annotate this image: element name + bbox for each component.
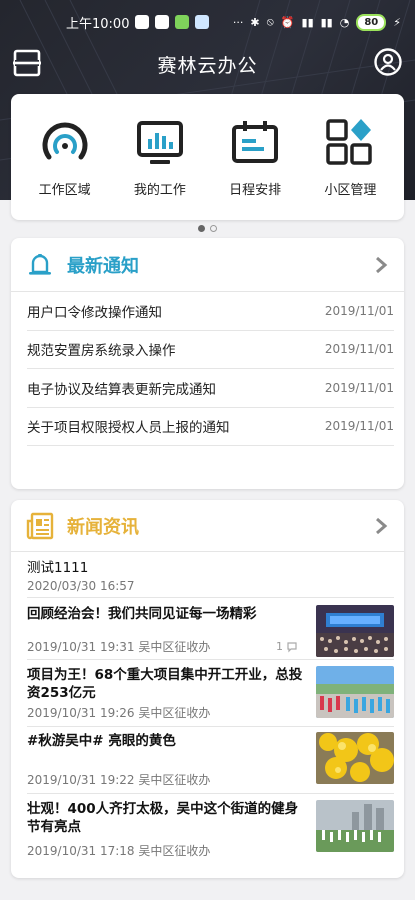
notice-item-title: 用户口令修改操作通知: [27, 304, 162, 321]
top-bar: 赛林云办公: [0, 44, 415, 84]
news-list: 测试1111 2020/03/30 16:57 回顾经治会！我们共同见证每一场精…: [11, 552, 404, 864]
status-app-icons: [135, 15, 210, 29]
news-item-meta: 2019/10/31 19:22 吴中区征收办: [27, 773, 211, 787]
notice-item-date: 2019/11/01: [324, 342, 394, 357]
quick-action-label: 工作区域: [38, 182, 91, 198]
signal-icon: ▮▮: [301, 15, 314, 29]
chevron-right-icon[interactable]: [372, 517, 390, 535]
charging-icon: ⚡: [393, 15, 401, 29]
newspaper-icon: [26, 512, 54, 539]
quick-action-schedule[interactable]: 日程安排: [210, 117, 300, 198]
grid-diamond-icon: [326, 118, 373, 165]
notice-item-title: 电子协议及结算表更新完成通知: [27, 381, 216, 398]
news-item[interactable]: 壮观！400人齐打太极，吴中这个街道的健身节有亮点 2019/10/31 17:…: [27, 794, 394, 864]
green-app-icon: [175, 15, 190, 29]
notice-item-date: 2019/11/01: [324, 419, 394, 434]
chevron-right-icon[interactable]: [372, 256, 390, 274]
quick-action-label: 小区管理: [324, 182, 377, 198]
user-profile-icon[interactable]: [373, 47, 403, 77]
notice-item-title: 关于项目权限授权人员上报的通知: [27, 420, 230, 437]
page-indicator: [0, 225, 415, 232]
signal-icon-2: ▮▮: [320, 15, 333, 29]
battery-indicator: 80: [356, 13, 387, 31]
calendar-icon: [232, 120, 279, 163]
page-dot-active[interactable]: [198, 225, 205, 232]
news-item[interactable]: 回顾经治会！我们共同见证每一场精彩 2019/10/31 19:31 吴中区征收…: [27, 598, 394, 660]
notice-title: 最新通知: [67, 255, 139, 277]
status-right-icons: ··· ✱ ⦸ ⏰ ▮▮ ▮▮ ◔ 80 ⚡: [232, 13, 401, 31]
notice-item-date: 2019/11/01: [324, 380, 394, 395]
comment-bubble-icon: [287, 641, 297, 652]
alarm-icon: ⏰: [280, 15, 295, 29]
message-app-icon: [135, 15, 150, 29]
quick-action-my-work[interactable]: 我的工作: [115, 117, 205, 198]
notice-item[interactable]: 关于项目权限授权人员上报的通知 2019/11/01: [27, 408, 394, 446]
page-title: 赛林云办公: [157, 54, 258, 77]
quick-action-work-area[interactable]: 工作区域: [20, 117, 110, 198]
notice-item[interactable]: 电子协议及结算表更新完成通知 2019/11/01: [27, 369, 394, 408]
news-item-meta: 2020/03/30 16:57: [27, 579, 135, 593]
wifi-icon: ◔: [339, 15, 350, 29]
notice-item-date: 2019/11/01: [324, 303, 394, 318]
signal-arc-icon: [42, 122, 88, 159]
scan-icon[interactable]: [12, 48, 42, 78]
quick-action-community[interactable]: 小区管理: [305, 117, 395, 198]
news-thumbnail: [316, 666, 394, 718]
mute-icon: ⦸: [266, 15, 274, 28]
status-time: 上午10:00: [66, 16, 130, 32]
page-dot[interactable]: [210, 225, 217, 232]
notice-item[interactable]: 用户口令修改操作通知 2019/11/01: [27, 292, 394, 331]
news-thumbnail: [316, 605, 394, 657]
bell-icon: [29, 253, 51, 275]
status-bar: 上午10:00 ··· ✱ ⦸ ⏰ ▮▮ ▮▮ ◔ 80 ⚡: [0, 0, 415, 44]
news-item-title: #秋游吴中# 亮眼的黄色: [27, 733, 176, 749]
quick-actions-card: 工作区域 我的工作 日程安排 小区管理: [11, 94, 404, 220]
blue-app-icon: [195, 15, 210, 29]
quick-action-label: 日程安排: [229, 182, 282, 198]
news-thumbnail: [316, 800, 394, 852]
news-item-title: 壮观！400人齐打太极，吴中这个街道的健身节有亮点: [27, 801, 299, 835]
bluetooth-icon: ✱: [250, 15, 260, 29]
more-dots-icon: ···: [232, 15, 244, 29]
quick-action-label: 我的工作: [133, 182, 186, 198]
news-item-title: 项目为王！68个重大项目集中开工开业，总投资253亿元: [27, 667, 303, 701]
news-item[interactable]: 测试1111 2020/03/30 16:57: [27, 552, 394, 598]
play-app-icon: [155, 15, 170, 29]
news-item-meta: 2019/10/31 17:18 吴中区征收办: [27, 844, 211, 858]
news-item-title: 回顾经治会！我们共同见证每一场精彩: [27, 606, 257, 622]
news-item[interactable]: 项目为王！68个重大项目集中开工开业，总投资253亿元 2019/10/31 1…: [27, 660, 394, 727]
news-title: 新闻资讯: [67, 516, 139, 538]
news-thumbnail: [316, 732, 394, 784]
news-item-meta: 2019/10/31 19:26 吴中区征收办: [27, 706, 211, 720]
notice-item[interactable]: 规范安置房系统录入操作 2019/11/01: [27, 331, 394, 369]
news-item[interactable]: #秋游吴中# 亮眼的黄色 2019/10/31 19:22 吴中区征收办: [27, 727, 394, 794]
comment-count-value: 1: [276, 640, 283, 653]
news-card: 新闻资讯 测试1111 2020/03/30 16:57 回顾经治会！我们共同见…: [11, 500, 404, 878]
notice-item-title: 规范安置房系统录入操作: [27, 343, 176, 360]
news-header[interactable]: 新闻资讯: [11, 500, 404, 552]
news-item-title: 测试1111: [27, 560, 89, 576]
monitor-chart-icon: [136, 120, 183, 164]
notice-card: 最新通知 用户口令修改操作通知 2019/11/01 规范安置房系统录入操作 2…: [11, 238, 404, 489]
notice-header[interactable]: 最新通知: [11, 238, 404, 292]
news-item-meta: 2019/10/31 19:31 吴中区征收办: [27, 640, 211, 654]
comment-count: 1: [276, 640, 298, 653]
